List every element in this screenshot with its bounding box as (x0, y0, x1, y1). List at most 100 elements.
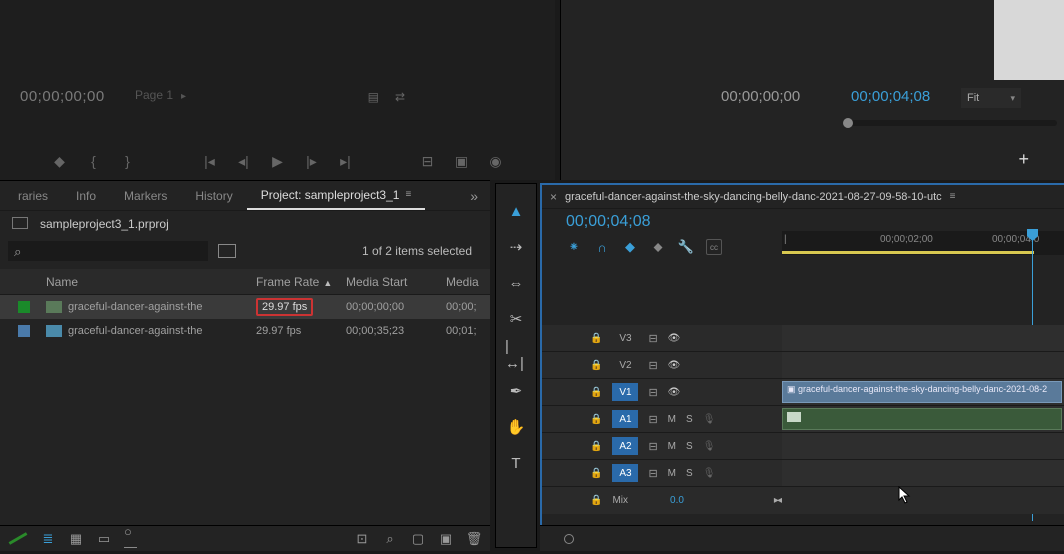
sync-lock-icon[interactable]: ⊟ (648, 386, 657, 399)
track-label[interactable]: V3 (612, 329, 638, 347)
in-point-icon[interactable]: { (86, 153, 102, 169)
tab-info[interactable]: Info (62, 181, 110, 210)
pen-tool-icon[interactable]: ✒ (505, 380, 527, 402)
slip-tool-icon[interactable]: |↔| (505, 344, 527, 366)
captions-icon[interactable]: cc (706, 239, 722, 255)
voiceover-icon[interactable]: 🎙 (703, 441, 716, 452)
track-label[interactable]: V1 (612, 383, 638, 401)
wrench-icon[interactable]: 🔧 (678, 239, 694, 255)
find-icon[interactable]: ⌕ (382, 531, 398, 547)
sync-lock-icon[interactable]: ⊟ (648, 440, 657, 453)
program-scrubber[interactable] (847, 120, 1057, 126)
sync-lock-icon[interactable]: ⊟ (648, 359, 657, 372)
tab-libraries[interactable]: raries (4, 181, 62, 210)
go-to-in-icon[interactable]: |◂ (202, 153, 218, 169)
col-name[interactable]: Name (40, 275, 250, 289)
auto-match-icon[interactable]: ⊡ (354, 531, 370, 547)
new-bin-icon[interactable]: ▢ (410, 531, 426, 547)
col-media-end[interactable]: Media (440, 275, 490, 289)
list-view-icon[interactable]: ≣ (40, 531, 56, 547)
lock-icon[interactable]: 🔒 (590, 333, 602, 344)
track-content[interactable] (782, 460, 1064, 486)
tab-project[interactable]: Project: sampleproject3_1≡ (247, 181, 426, 210)
lock-icon[interactable]: 🔒 (590, 468, 602, 479)
solo-button[interactable]: S (686, 468, 693, 479)
play-icon[interactable]: ▶ (270, 153, 286, 169)
timeline-ruler[interactable]: | 00;00;02;00 00;00;04;0 (782, 231, 1064, 255)
track-content[interactable] (782, 433, 1064, 459)
track-label[interactable]: A1 (612, 410, 638, 428)
hand-tool-icon[interactable]: ✋ (505, 416, 527, 438)
lock-icon[interactable]: 🔒 (590, 441, 602, 452)
panel-menu-icon[interactable]: ≡ (950, 191, 956, 202)
tab-history[interactable]: History (181, 181, 246, 210)
timeline-settings-icon[interactable]: ⬥ (650, 239, 666, 255)
sync-lock-icon[interactable]: ⊟ (648, 467, 657, 480)
work-area-bar[interactable] (782, 251, 1034, 254)
zoom-slider-icon[interactable]: ○— (124, 531, 140, 547)
expand-panel-icon[interactable]: » (462, 188, 486, 204)
close-tab-icon[interactable]: × (550, 190, 557, 204)
insert-icon[interactable]: ⊟ (420, 153, 436, 169)
io-icon[interactable]: ▸◂ (774, 495, 780, 506)
video-clip[interactable]: ▣ graceful-dancer-against-the-sky-dancin… (782, 381, 1062, 403)
out-point-icon[interactable]: } (120, 153, 136, 169)
lock-icon[interactable]: 🔒 (590, 414, 602, 425)
track-content[interactable] (782, 325, 1064, 351)
mix-value[interactable]: 0.0 (670, 495, 684, 506)
color-label-blue[interactable] (18, 325, 30, 337)
icon-view-icon[interactable]: ▦ (68, 531, 84, 547)
lock-icon[interactable]: 🔒 (590, 495, 602, 506)
search-input[interactable] (8, 241, 208, 261)
scrubber-knob[interactable] (843, 118, 853, 128)
eye-icon[interactable]: 👁 (668, 333, 681, 344)
list-icon[interactable]: ▤ (368, 90, 379, 104)
export-frame-icon[interactable]: ◉ (488, 153, 504, 169)
track-content[interactable] (782, 406, 1064, 432)
timeline-tab[interactable]: × graceful-dancer-against-the-sky-dancin… (542, 185, 1064, 209)
selection-tool-icon[interactable]: ▲ (505, 200, 527, 222)
type-tool-icon[interactable]: T (505, 452, 527, 474)
track-label[interactable]: A2 (612, 437, 638, 455)
sync-lock-icon[interactable]: ⊟ (648, 332, 657, 345)
add-button-icon[interactable]: + (1018, 149, 1029, 170)
new-bin-icon[interactable] (218, 244, 236, 258)
track-label[interactable]: V2 (612, 356, 638, 374)
color-label-green[interactable] (18, 301, 30, 313)
ripple-edit-tool-icon[interactable]: ⇔ (505, 272, 527, 294)
mute-button[interactable]: M (668, 441, 676, 452)
track-content[interactable]: ▣ graceful-dancer-against-the-sky-dancin… (782, 379, 1064, 405)
program-zoom-dropdown[interactable]: Fit (961, 88, 1021, 108)
solo-button[interactable]: S (686, 414, 693, 425)
go-to-out-icon[interactable]: ▸| (338, 153, 354, 169)
track-label[interactable]: A3 (612, 464, 638, 482)
eye-icon[interactable]: 👁 (668, 387, 681, 398)
swap-icon[interactable]: ⇄ (395, 90, 405, 104)
table-row[interactable]: graceful-dancer-against-the 29.97 fps 00… (0, 319, 490, 343)
solo-button[interactable]: S (686, 441, 693, 452)
panel-menu-icon[interactable]: ≡ (405, 189, 411, 200)
freeform-view-icon[interactable]: ▭ (96, 531, 112, 547)
table-row[interactable]: graceful-dancer-against-the 29.97 fps 00… (0, 295, 490, 319)
new-item-icon[interactable]: ▣ (438, 531, 454, 547)
overwrite-icon[interactable]: ▣ (454, 153, 470, 169)
step-forward-icon[interactable]: |▸ (304, 153, 320, 169)
track-content[interactable] (782, 352, 1064, 378)
razor-tool-icon[interactable]: ✂ (505, 308, 527, 330)
frame-rate-highlight[interactable]: 29.97 fps (256, 298, 313, 316)
col-frame-rate[interactable]: Frame Rate▲ (250, 275, 340, 289)
linked-selection-icon[interactable]: ∩ (594, 239, 610, 255)
marker-icon[interactable]: ◆ (52, 153, 68, 169)
mute-button[interactable]: M (668, 414, 676, 425)
step-back-icon[interactable]: ◂| (236, 153, 252, 169)
zoom-out-icon[interactable] (564, 534, 574, 544)
lock-icon[interactable]: 🔒 (590, 387, 602, 398)
add-marker-icon[interactable]: ◆ (622, 239, 638, 255)
pencil-icon[interactable] (9, 532, 28, 545)
col-media-start[interactable]: Media Start (340, 275, 440, 289)
voiceover-icon[interactable]: 🎙 (703, 414, 716, 425)
eye-icon[interactable]: 👁 (668, 360, 681, 371)
snap-icon[interactable]: ⁕ (566, 239, 582, 255)
source-page-selector[interactable]: Page 1▸ (135, 88, 186, 102)
track-select-tool-icon[interactable]: ⇢ (505, 236, 527, 258)
